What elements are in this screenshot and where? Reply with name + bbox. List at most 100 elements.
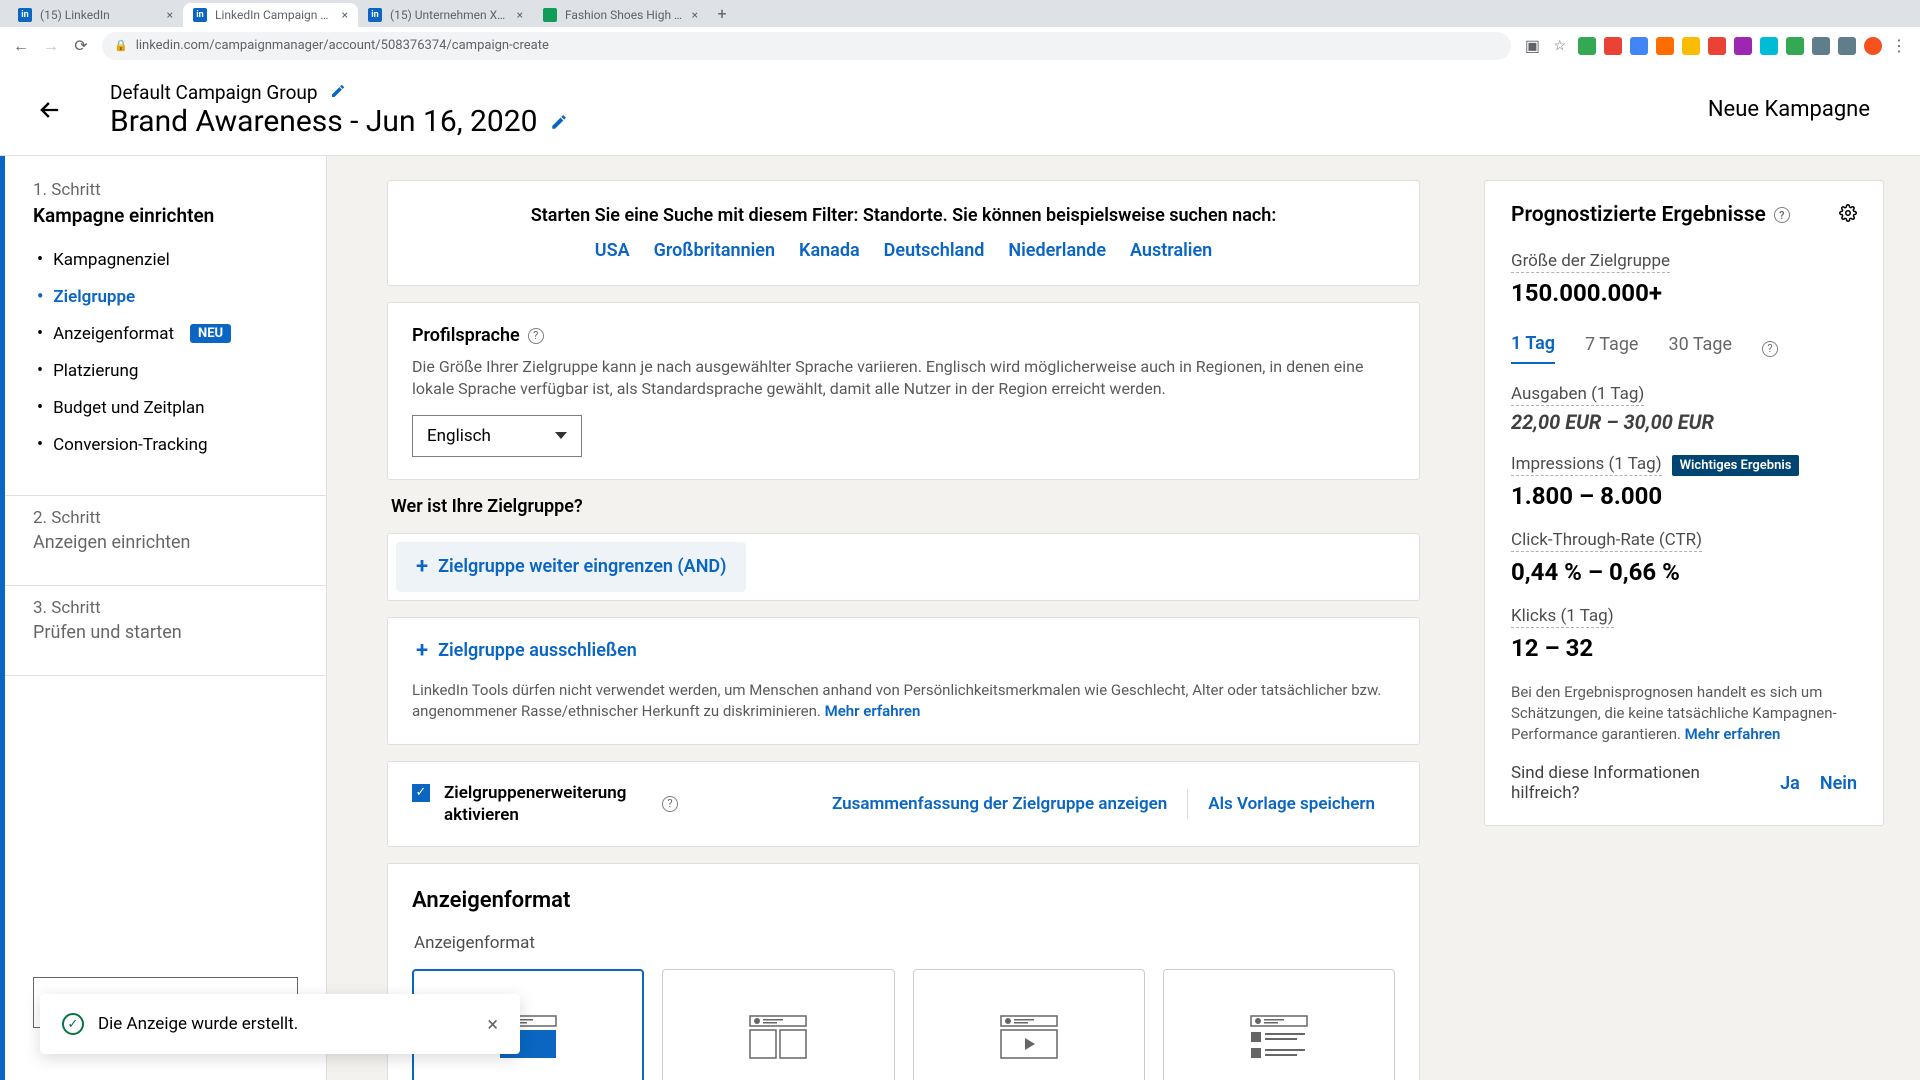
- format-text[interactable]: [1163, 969, 1395, 1080]
- nav-step-1: 1. Schritt Kampagne einrichten Kampagnen…: [5, 180, 326, 483]
- format-options: [412, 969, 1395, 1080]
- impressions-metric: Impressions (1 Tag) Wichtiges Ergebnis 1…: [1511, 454, 1857, 510]
- reload-button[interactable]: ⟳: [72, 37, 90, 55]
- nav-item-budget[interactable]: Budget und Zeitplan: [33, 389, 298, 426]
- edit-group-icon[interactable]: [330, 81, 346, 104]
- back-button[interactable]: ←: [12, 37, 30, 55]
- audience-expansion-card: ✓ Zielgruppenerweiterung aktivieren ? Zu…: [387, 761, 1420, 847]
- location-filter-card: Starten Sie eine Suche mit diesem Filter…: [387, 180, 1420, 286]
- tab-close-icon[interactable]: ×: [517, 8, 523, 22]
- tab-title: (15) LinkedIn: [40, 8, 159, 22]
- learn-more-link[interactable]: Mehr erfahren: [1685, 725, 1781, 743]
- toast-text: Die Anzeige wurde erstellt.: [98, 1014, 473, 1034]
- step-label: 3. Schritt: [33, 598, 298, 618]
- step-title: Kampagne einrichten: [33, 204, 298, 227]
- spend-metric: Ausgaben (1 Tag) 22,00 EUR – 30,00 EUR: [1511, 384, 1857, 434]
- browser-tab[interactable]: Fashion Shoes High · Free ph ×: [533, 3, 708, 27]
- tab-close-icon[interactable]: ×: [167, 8, 173, 22]
- location-uk[interactable]: Großbritannien: [654, 240, 775, 261]
- extension-icon[interactable]: [1604, 37, 1622, 55]
- bookmark-star-icon[interactable]: ☆: [1553, 38, 1566, 54]
- step-subtitle: Anzeigen einrichten: [33, 532, 298, 553]
- tab-title: (15) Unternehmen XYZ: Admin: [390, 8, 509, 22]
- extension-icon[interactable]: [1682, 37, 1700, 55]
- browser-tab[interactable]: in(15) LinkedIn×: [8, 3, 183, 27]
- help-icon[interactable]: ?: [1774, 207, 1790, 223]
- back-arrow-button[interactable]: [30, 90, 70, 130]
- extension-icon[interactable]: [1760, 37, 1778, 55]
- language-select[interactable]: Englisch: [412, 415, 582, 457]
- helpful-text: Sind diese Informationen hilfreich?: [1511, 763, 1711, 803]
- new-campaign-label: Neue Kampagne: [1708, 97, 1870, 122]
- forecast-footer: Bei den Ergebnisprognosen handelt es sic…: [1511, 682, 1857, 745]
- extension-icon[interactable]: [1656, 37, 1674, 55]
- nav-item-zielgruppe[interactable]: Zielgruppe: [33, 278, 298, 315]
- help-icon[interactable]: ?: [1762, 341, 1778, 357]
- new-tab-button[interactable]: +: [708, 0, 736, 27]
- tab-close-icon[interactable]: ×: [692, 8, 698, 22]
- step-list: Kampagnenziel Zielgruppe AnzeigenformatN…: [33, 241, 298, 463]
- audience-summary-link[interactable]: Zusammenfassung der Zielgruppe anzeigen: [812, 794, 1187, 814]
- center-content: Starten Sie eine Suche mit diesem Filter…: [327, 156, 1480, 1080]
- extension-icon[interactable]: [1812, 37, 1830, 55]
- success-icon: ✓: [62, 1013, 84, 1035]
- metric-label: Klicks (1 Tag): [1511, 606, 1614, 628]
- cast-icon[interactable]: ▣: [1523, 37, 1541, 55]
- location-netherlands[interactable]: Niederlande: [1008, 240, 1106, 261]
- exclude-audience-button[interactable]: + Zielgruppe ausschließen: [396, 626, 657, 676]
- nav-item-platzierung[interactable]: Platzierung: [33, 352, 298, 389]
- save-template-link[interactable]: Als Vorlage speichern: [1188, 794, 1395, 814]
- location-usa[interactable]: USA: [595, 240, 630, 261]
- toast-close-button[interactable]: ×: [487, 1012, 498, 1036]
- discrimination-disclaimer: LinkedIn Tools dürfen nicht verwendet we…: [396, 676, 1411, 722]
- format-video[interactable]: [913, 969, 1145, 1080]
- language-label: Profilsprache: [412, 325, 520, 346]
- extension-icon[interactable]: [1838, 37, 1856, 55]
- address-bar[interactable]: 🔒 linkedin.com/campaignmanager/account/5…: [102, 32, 1511, 60]
- campaign-group-name: Default Campaign Group: [110, 81, 318, 104]
- nav-item-kampagnenziel[interactable]: Kampagnenziel: [33, 241, 298, 278]
- language-description: Die Größe Ihrer Zielgruppe kann je nach …: [412, 356, 1395, 401]
- plus-icon: +: [416, 640, 428, 662]
- help-icon[interactable]: ?: [528, 328, 544, 344]
- browser-chrome: in(15) LinkedIn× inLinkedIn Campaign Man…: [0, 0, 1920, 64]
- step-label: 2. Schritt: [33, 508, 298, 528]
- extension-icon[interactable]: [1708, 37, 1726, 55]
- campaign-group-row: Default Campaign Group: [110, 81, 1708, 104]
- helpful-yes-button[interactable]: Ja: [1780, 773, 1800, 794]
- period-tab-7days[interactable]: 7 Tage: [1585, 334, 1638, 363]
- extension-icon[interactable]: [1578, 37, 1596, 55]
- extension-icon[interactable]: [1734, 37, 1752, 55]
- location-canada[interactable]: Kanada: [799, 240, 860, 261]
- nav-item-anzeigenformat[interactable]: AnzeigenformatNEU: [33, 315, 298, 352]
- narrow-audience-button[interactable]: + Zielgruppe weiter eingrenzen (AND): [396, 542, 746, 592]
- location-germany[interactable]: Deutschland: [884, 240, 985, 261]
- helpful-no-button[interactable]: Nein: [1820, 773, 1857, 794]
- nav-divider: [5, 495, 326, 496]
- tab-title: Fashion Shoes High · Free ph: [565, 8, 684, 22]
- exclude-audience-label: Zielgruppe ausschließen: [438, 640, 637, 661]
- extension-icon[interactable]: [1786, 37, 1804, 55]
- tab-close-icon[interactable]: ×: [342, 8, 348, 22]
- action-links: Zusammenfassung der Zielgruppe anzeigen …: [812, 789, 1395, 819]
- gear-icon[interactable]: [1839, 204, 1857, 226]
- profile-avatar[interactable]: [1864, 37, 1882, 55]
- help-icon[interactable]: ?: [662, 796, 678, 812]
- clicks-metric: Klicks (1 Tag) 12 – 32: [1511, 606, 1857, 662]
- format-carousel[interactable]: [662, 969, 894, 1080]
- location-australia[interactable]: Australien: [1130, 240, 1212, 261]
- extension-icon[interactable]: [1630, 37, 1648, 55]
- forward-button[interactable]: →: [42, 37, 60, 55]
- edit-campaign-icon[interactable]: [550, 104, 568, 139]
- period-tab-1day[interactable]: 1 Tag: [1511, 333, 1555, 364]
- ad-format-card: Anzeigenformat Anzeigenformat: [387, 863, 1420, 1080]
- browser-tab[interactable]: in(15) Unternehmen XYZ: Admin×: [358, 3, 533, 27]
- audience-heading: Wer ist Ihre Zielgruppe?: [391, 496, 1420, 517]
- nav-item-conversion[interactable]: Conversion-Tracking: [33, 426, 298, 463]
- browser-tab-active[interactable]: inLinkedIn Campaign Manager×: [183, 3, 358, 27]
- neu-badge: NEU: [190, 324, 231, 343]
- menu-icon[interactable]: ⋮: [1890, 37, 1908, 55]
- expansion-checkbox[interactable]: ✓: [412, 784, 430, 802]
- learn-more-link[interactable]: Mehr erfahren: [825, 702, 921, 720]
- period-tab-30days[interactable]: 30 Tage: [1668, 334, 1732, 363]
